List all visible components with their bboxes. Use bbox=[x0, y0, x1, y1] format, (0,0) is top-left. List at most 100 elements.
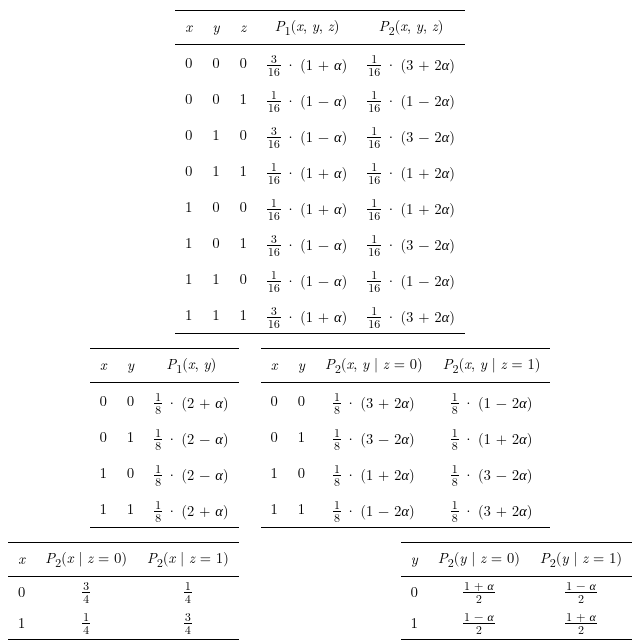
table-row: 011116·(1 + α)116·(1 + 2α) bbox=[175, 153, 465, 189]
cell-p2xz1: 34 bbox=[137, 608, 239, 639]
header-y: y bbox=[401, 542, 428, 576]
header-p2yz1: P2(y | z = 1) bbox=[530, 542, 632, 576]
cell-y: 0 bbox=[117, 455, 144, 491]
cell-y: 1 bbox=[202, 297, 229, 333]
cell-x: 1 bbox=[261, 455, 288, 491]
cell-z: 0 bbox=[230, 117, 257, 153]
cell-x: 0 bbox=[261, 382, 288, 419]
cell-p1: 116·(1 + α) bbox=[257, 189, 357, 225]
table-row: 001116·(1 − α)116·(1 − 2α) bbox=[175, 81, 465, 117]
cell-p1: 316·(1 + α) bbox=[257, 44, 357, 81]
header-p1: P1(x, y, z) bbox=[257, 11, 357, 45]
cell-x: 1 bbox=[175, 225, 202, 261]
cell-p2: 116·(1 − 2α) bbox=[357, 81, 465, 117]
cell-x: 0 bbox=[90, 419, 117, 455]
cell-y: 1 bbox=[117, 419, 144, 455]
cell-p2z1: 18·(3 + 2α) bbox=[433, 491, 551, 527]
table-row: 110116·(1 − α)116·(1 − 2α) bbox=[175, 261, 465, 297]
table-p2-x-given-z: x P2(x | z = 0) P2(x | z = 1) 0341411434 bbox=[8, 542, 239, 640]
cell-y: 1 bbox=[288, 419, 315, 455]
cell-p2: 116·(1 + 2α) bbox=[357, 189, 465, 225]
header-p2z1: P2(x, y | z = 1) bbox=[433, 348, 551, 382]
cell-p2z0: 18·(1 + 2α) bbox=[315, 455, 433, 491]
table-row: 11 − α21 + α2 bbox=[401, 608, 632, 639]
cell-y: 0 bbox=[202, 81, 229, 117]
header-p2z0: P2(x, y | z = 0) bbox=[315, 348, 433, 382]
cell-y: 1 bbox=[117, 491, 144, 527]
cell-y: 0 bbox=[202, 225, 229, 261]
cell-z: 1 bbox=[230, 297, 257, 333]
table-row: 01 + α21 − α2 bbox=[401, 576, 632, 608]
table-row: 1018·(1 + 2α)18·(3 − 2α) bbox=[261, 455, 551, 491]
cell-p2yz1: 1 + α2 bbox=[530, 608, 632, 639]
cell-y: 1 bbox=[202, 261, 229, 297]
table-row: 03414 bbox=[8, 576, 239, 608]
cell-y: 0 bbox=[288, 382, 315, 419]
cell-p1: 116·(1 − α) bbox=[257, 261, 357, 297]
cell-x: 0 bbox=[90, 382, 117, 419]
cell-p1: 316·(1 + α) bbox=[257, 297, 357, 333]
cell-p2: 116·(1 + 2α) bbox=[357, 153, 465, 189]
cell-p1xy: 18·(2 + α) bbox=[144, 491, 238, 527]
cell-p2: 116·(3 − 2α) bbox=[357, 117, 465, 153]
row-1: x y z P1(x, y, z) P2(x, y, z) 000316·(1 … bbox=[8, 10, 632, 334]
cell-p1: 116·(1 − α) bbox=[257, 81, 357, 117]
table-row: 11434 bbox=[8, 608, 239, 639]
cell-z: 1 bbox=[230, 153, 257, 189]
table-row: 0018·(2 + α) bbox=[90, 382, 239, 419]
header-y: y bbox=[288, 348, 315, 382]
cell-x: 1 bbox=[90, 491, 117, 527]
table-row: 100116·(1 + α)116·(1 + 2α) bbox=[175, 189, 465, 225]
header-x: x bbox=[90, 348, 117, 382]
table-row: 101316·(1 − α)116·(3 − 2α) bbox=[175, 225, 465, 261]
cell-p2z1: 18·(3 − 2α) bbox=[433, 455, 551, 491]
cell-y: 1 bbox=[288, 491, 315, 527]
table-row: 010316·(1 − α)116·(3 − 2α) bbox=[175, 117, 465, 153]
cell-p1: 316·(1 − α) bbox=[257, 117, 357, 153]
header-p2xz1: P2(x | z = 1) bbox=[137, 542, 239, 576]
header-x: x bbox=[8, 542, 35, 576]
cell-p1xy: 18·(2 + α) bbox=[144, 382, 238, 419]
cell-p2: 116·(1 − 2α) bbox=[357, 261, 465, 297]
header-y: y bbox=[202, 11, 229, 45]
table-row: 0118·(3 − 2α)18·(1 + 2α) bbox=[261, 419, 551, 455]
cell-z: 0 bbox=[230, 44, 257, 81]
cell-p2xz0: 34 bbox=[35, 576, 137, 608]
table-row: 1018·(2 − α) bbox=[90, 455, 239, 491]
cell-z: 1 bbox=[230, 81, 257, 117]
cell-p1xy: 18·(2 − α) bbox=[144, 419, 238, 455]
table-p2-y-given-z: y P2(y | z = 0) P2(y | z = 1) 01 + α21 −… bbox=[401, 542, 632, 640]
cell-p2z0: 18·(3 + 2α) bbox=[315, 382, 433, 419]
page: x y z P1(x, y, z) P2(x, y, z) 000316·(1 … bbox=[0, 0, 640, 556]
table-row: 000316·(1 + α)116·(3 + 2α) bbox=[175, 44, 465, 81]
cell-z: 1 bbox=[230, 225, 257, 261]
header-p2xz0: P2(x | z = 0) bbox=[35, 542, 137, 576]
header-p2yz0: P2(y | z = 0) bbox=[428, 542, 530, 576]
cell-y: 0 bbox=[401, 576, 428, 608]
cell-x: 1 bbox=[175, 189, 202, 225]
cell-z: 0 bbox=[230, 189, 257, 225]
table-p1-xy: x y P1(x, y) 0018·(2 + α)0118·(2 − α)101… bbox=[90, 348, 239, 528]
cell-x: 1 bbox=[8, 608, 35, 639]
header-x: x bbox=[261, 348, 288, 382]
cell-x: 0 bbox=[175, 81, 202, 117]
row-2: x y P1(x, y) 0018·(2 + α)0118·(2 − α)101… bbox=[8, 348, 632, 528]
table-p2-xy-given-z: x y P2(x, y | z = 0) P2(x, y | z = 1) 00… bbox=[261, 348, 551, 528]
cell-y: 1 bbox=[401, 608, 428, 639]
header-x: x bbox=[175, 11, 202, 45]
cell-p2: 116·(3 + 2α) bbox=[357, 297, 465, 333]
cell-y: 1 bbox=[202, 117, 229, 153]
cell-p2xz1: 14 bbox=[137, 576, 239, 608]
cell-y: 1 bbox=[202, 153, 229, 189]
table-row: 0118·(2 − α) bbox=[90, 419, 239, 455]
cell-y: 0 bbox=[202, 189, 229, 225]
cell-p2: 116·(3 − 2α) bbox=[357, 225, 465, 261]
cell-x: 0 bbox=[175, 117, 202, 153]
cell-x: 0 bbox=[8, 576, 35, 608]
table-joint-p1-p2: x y z P1(x, y, z) P2(x, y, z) 000316·(1 … bbox=[175, 10, 465, 334]
header-y: y bbox=[117, 348, 144, 382]
cell-p2: 116·(3 + 2α) bbox=[357, 44, 465, 81]
header-z: z bbox=[230, 11, 257, 45]
cell-x: 0 bbox=[175, 153, 202, 189]
table-row: 1118·(1 − 2α)18·(3 + 2α) bbox=[261, 491, 551, 527]
